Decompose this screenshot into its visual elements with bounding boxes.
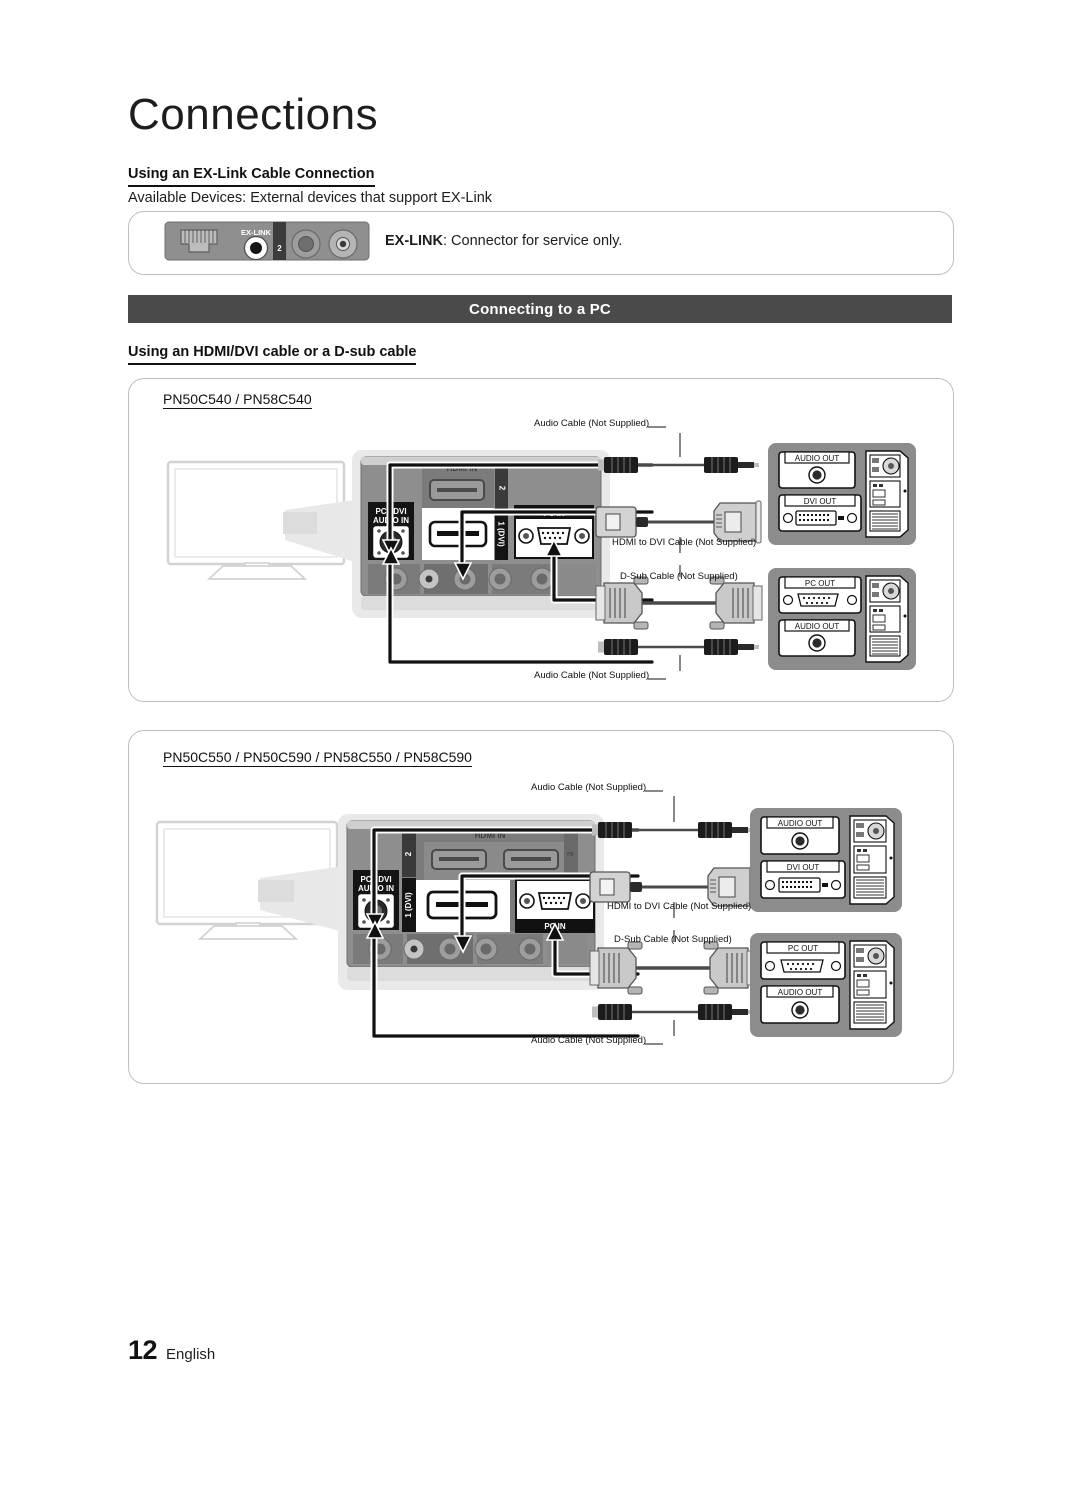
audio-cable-bottom <box>598 639 759 655</box>
diagram1-audio-cable-bottom-label: Audio Cable (Not Supplied) <box>534 670 650 681</box>
d-sub-cable <box>595 576 763 630</box>
page-footer: 12 English <box>128 1335 215 1366</box>
manual-page: Connections Using an EX-Link Cable Conne… <box>0 0 1080 1494</box>
exlink-connector-illustration: EX-LINK 2 <box>163 218 373 268</box>
pc-tower-icon <box>849 815 895 905</box>
diagram2-pc-box-vga: PC OUT AUDIO OUT <box>750 933 902 1037</box>
diagram2-audio-cable-top-label: Audio Cable (Not Supplied) <box>531 782 647 793</box>
audio-cable-bottom <box>592 1004 753 1020</box>
exlink-service-note: EX-LINK: Connector for service only. <box>385 233 622 249</box>
audio-cable-top <box>598 457 759 473</box>
diagram2-pc-out-text: PC OUT <box>788 944 818 953</box>
exlink-available-devices: Available Devices: External devices that… <box>128 190 493 206</box>
diagram1-model-label: PN50C540 / PN58C540 <box>163 391 312 409</box>
exlink-note-rest: : Connector for service only. <box>443 233 623 249</box>
diagram1-audio-cable-top-label: Audio Cable (Not Supplied) <box>534 418 650 429</box>
exlink-group-number: 2 <box>277 244 282 253</box>
page-number: 12 <box>128 1335 158 1365</box>
diagram1-pc-box-dvi: AUDIO OUT DVI OUT <box>768 443 916 545</box>
connecting-to-pc-band: Connecting to a PC <box>128 295 952 323</box>
d-sub-cable <box>589 941 757 995</box>
diagram2-pc-box-dvi: AUDIO OUT DVI OUT <box>750 808 902 912</box>
page-title: Connections <box>128 90 379 139</box>
diagram2-model-label: PN50C550 / PN50C590 / PN58C550 / PN58C59… <box>163 749 472 767</box>
diagram2-dsub-cable-label: D-Sub Cable (Not Supplied) <box>614 934 732 945</box>
exlink-section-heading: Using an EX-Link Cable Connection <box>128 166 375 188</box>
diagram1-cables <box>592 433 767 671</box>
exlink-note-bold: EX-LINK <box>385 233 443 249</box>
diagram1-audio-out-top-text: AUDIO OUT <box>795 454 840 463</box>
diagram2-audio-out-top-text: AUDIO OUT <box>778 819 823 828</box>
diagram1-pc-out-text: PC OUT <box>805 579 835 588</box>
diagram1-dvi-out-text: DVI OUT <box>804 497 837 506</box>
audio-cable-top <box>592 822 753 838</box>
exlink-port-label: EX-LINK <box>241 228 272 237</box>
diagram1-dsub-cable-label: D-Sub Cable (Not Supplied) <box>620 571 738 582</box>
diagram2-leader-top <box>645 788 665 794</box>
pc-section-heading: Using an HDMI/DVI cable or a D-sub cable <box>128 344 417 366</box>
diagram1-leader-bottom <box>648 676 668 682</box>
rca-jack-icon-2 <box>328 229 358 259</box>
diagram2-audio-out-bottom-text: AUDIO OUT <box>778 988 823 997</box>
exlink-jack-icon <box>243 235 269 261</box>
band-title: Connecting to a PC <box>469 300 611 318</box>
diagram1-audio-out-bottom-text: AUDIO OUT <box>795 622 840 631</box>
diagram2-audio-cable-bottom-label: Audio Cable (Not Supplied) <box>531 1035 647 1046</box>
rca-jack-icon-1 <box>291 229 321 259</box>
pc-tower-icon <box>865 575 909 663</box>
pc-tower-icon <box>865 450 909 538</box>
diagram1-hdmi-dvi-cable-label: HDMI to DVI Cable (Not Supplied) <box>612 537 757 548</box>
diagram2-hdmi-dvi-cable-label: HDMI to DVI Cable (Not Supplied) <box>607 901 752 912</box>
diagram2-leader-bottom <box>645 1041 665 1047</box>
diagram2-dvi-out-text: DVI OUT <box>787 863 820 872</box>
page-language: English <box>166 1346 216 1363</box>
diagram2-cables <box>586 796 761 1036</box>
diagram1-leader-top <box>648 424 668 430</box>
diagram1-pc-box-vga: PC OUT AUDIO OUT <box>768 568 916 670</box>
pc-tower-icon <box>849 940 895 1030</box>
